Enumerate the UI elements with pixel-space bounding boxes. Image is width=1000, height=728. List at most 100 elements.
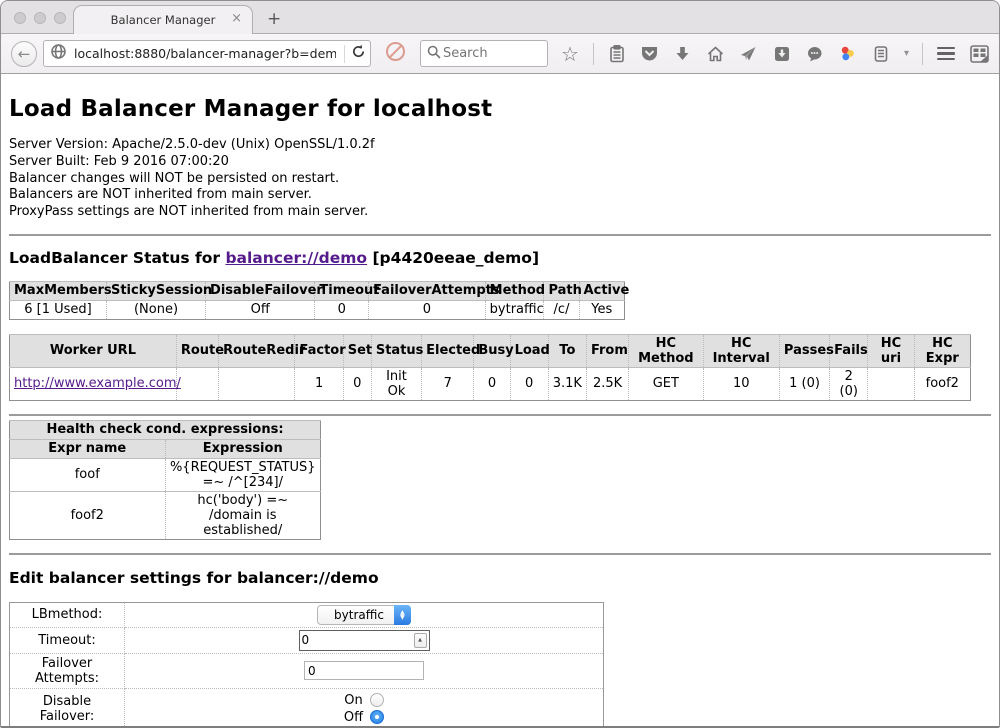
content-blocker-icon[interactable]	[385, 41, 406, 66]
window-controls[interactable]	[14, 12, 66, 24]
table-header-row: Expr name Expression	[10, 439, 321, 458]
table-header-cell: Status	[371, 334, 421, 367]
table-header-cell: MaxMembers	[10, 281, 107, 300]
table-header-cell: From	[586, 334, 628, 367]
toolbar-icons: ☆	[560, 43, 989, 65]
form-row-failover: Failover Attempts:	[10, 653, 604, 688]
chat-smiley-icon[interactable]	[805, 43, 825, 65]
failover-attempts-input[interactable]	[304, 661, 424, 680]
clipboard-icon[interactable]	[607, 43, 627, 65]
radio-off-label: Off	[344, 710, 363, 725]
send-icon[interactable]	[739, 43, 759, 65]
table-header-cell: Route	[176, 334, 218, 367]
worker-url-link[interactable]: http://www.example.com/	[14, 376, 181, 391]
table-header-cell: Method	[485, 281, 544, 300]
number-spinner-icon[interactable]: ▲	[414, 633, 427, 648]
section-divider	[9, 234, 991, 236]
form-row-timeout: Timeout: ▲	[10, 627, 604, 653]
bookmark-star-icon[interactable]: ☆	[560, 43, 580, 65]
tab-balancer-manager[interactable]: Balancer Manager ×	[73, 5, 253, 34]
table-cell: foof	[10, 458, 166, 491]
table-cell: Off	[206, 300, 315, 319]
back-button[interactable]: ←	[11, 41, 37, 67]
table-cell: hc('body') =~ /domain is established/	[165, 491, 321, 539]
table-header-cell: Active	[579, 281, 624, 300]
timeout-input-frame: ▲	[299, 630, 430, 651]
health-check-table: Health check cond. expressions: Expr nam…	[9, 420, 321, 540]
table-header-cell: HC Method	[629, 334, 703, 367]
table-cell: 3.1K	[548, 367, 586, 400]
table-title-row: Health check cond. expressions:	[10, 420, 321, 439]
reload-icon[interactable]	[351, 44, 366, 63]
tab-strip: Balancer Manager × +	[1, 1, 999, 34]
disable-failover-on-radio[interactable]	[370, 693, 384, 707]
table-row: 6 [1 Used] (None) Off 0 0 bytraffic /c/ …	[10, 300, 625, 319]
server-info: Server Version: Apache/2.5.0-dev (Unix) …	[9, 137, 991, 221]
downloads-icon[interactable]	[673, 43, 693, 65]
table-cell: GET	[629, 367, 703, 400]
table-header-cell: Factor	[295, 334, 343, 367]
table-header-row: Worker URL Route RouteRedir Factor Set S…	[10, 334, 971, 367]
table-header-cell: Load	[510, 334, 548, 367]
table-row: foof2 hc('body') =~ /domain is establish…	[10, 491, 321, 539]
table-cell: 1 (0)	[779, 367, 829, 400]
navigation-toolbar: ← ☆	[1, 34, 999, 74]
table-header-row: MaxMembers StickySession DisableFailover…	[10, 281, 625, 300]
table-header-cell: RouteRedir	[219, 334, 295, 367]
table-header-cell: Worker URL	[10, 334, 177, 367]
timeout-input[interactable]	[300, 633, 414, 647]
tab-close-icon[interactable]: ×	[231, 12, 242, 25]
status-heading-prefix: LoadBalancer Status for	[9, 249, 225, 267]
menu-hamburger-icon[interactable]	[936, 43, 956, 65]
edit-balancer-form: LBmethod: bytraffic ▲▼ Timeout:	[9, 602, 604, 728]
pocket-icon[interactable]	[640, 43, 660, 65]
table-cell: 6 [1 Used]	[10, 300, 107, 319]
balancer-demo-link[interactable]: balancer://demo	[225, 249, 367, 267]
minimize-window-button[interactable]	[34, 12, 46, 24]
toolbar-divider-2	[922, 43, 923, 65]
table-cell: Yes	[579, 300, 624, 319]
sidebar-grid-icon[interactable]	[969, 43, 989, 65]
lbmethod-selected-value: bytraffic	[318, 608, 394, 622]
form-row-lbmethod: LBmethod: bytraffic ▲▼	[10, 602, 604, 627]
table-cell: foof2	[914, 367, 970, 400]
table-header-cell: HC uri	[868, 334, 914, 367]
failover-attempts-label: Failover Attempts:	[10, 653, 125, 688]
table-header-cell: Fails	[830, 334, 868, 367]
table-header-cell: Expr name	[10, 439, 166, 458]
table-header-cell: Path	[544, 281, 579, 300]
server-built-line: Server Built: Feb 9 2016 07:00:20	[9, 154, 991, 171]
table-header-cell: StickySession	[106, 281, 205, 300]
zoom-window-button[interactable]	[54, 12, 66, 24]
table-cell: %{REQUEST_STATUS} =~ /^[234]/	[165, 458, 321, 491]
status-heading: LoadBalancer Status for balancer://demo …	[9, 249, 991, 267]
colorful-dots-icon[interactable]	[838, 43, 858, 65]
url-bar[interactable]	[43, 40, 371, 67]
disable-failover-off-radio[interactable]	[370, 710, 384, 724]
browser-window: Balancer Manager × + ←	[0, 0, 1000, 728]
close-window-button[interactable]	[14, 12, 26, 24]
search-bar[interactable]	[420, 40, 548, 67]
search-input[interactable]	[441, 45, 541, 62]
status-heading-suffix: [p4420eeae_demo]	[367, 249, 539, 267]
section-divider	[9, 553, 991, 555]
table-cell: 0	[369, 300, 486, 319]
lbmethod-select[interactable]: bytraffic ▲▼	[317, 605, 411, 625]
table-cell	[176, 367, 218, 400]
extension-download-icon[interactable]	[772, 43, 792, 65]
home-icon[interactable]	[706, 43, 726, 65]
url-divider	[344, 45, 345, 63]
tab-title: Balancer Manager	[111, 13, 216, 27]
container-caret-icon[interactable]: ▾	[904, 48, 909, 59]
table-header-cell: FailoverAttempts	[369, 281, 486, 300]
timeout-label: Timeout:	[10, 627, 125, 653]
select-stepper-icon: ▲▼	[394, 605, 411, 625]
url-input[interactable]	[72, 45, 338, 62]
worker-status-table: Worker URL Route RouteRedir Factor Set S…	[9, 334, 971, 401]
container-icon[interactable]	[871, 43, 891, 65]
table-cell: /c/	[544, 300, 579, 319]
table-cell: 2 (0)	[830, 367, 868, 400]
table-cell: 0	[474, 367, 510, 400]
table-cell: (None)	[106, 300, 205, 319]
new-tab-button[interactable]: +	[267, 9, 281, 29]
